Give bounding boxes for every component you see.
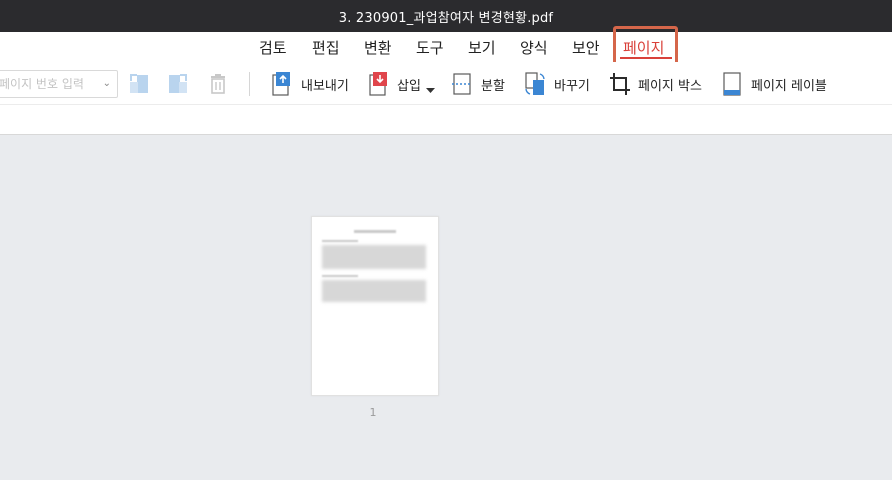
thumbnail-table xyxy=(322,280,426,302)
menu-item-review[interactable]: 검토 xyxy=(259,37,287,58)
page-box-label: 페이지 박스 xyxy=(638,79,702,94)
menu-item-security[interactable]: 보안 xyxy=(572,37,600,58)
page-workspace xyxy=(0,135,892,480)
split-icon[interactable] xyxy=(451,72,473,96)
chevron-down-icon[interactable]: ⌄ xyxy=(103,78,111,89)
menu-highlight-box xyxy=(613,26,678,66)
replace-label: 바꾸기 xyxy=(554,79,590,94)
menu-item-tools[interactable]: 도구 xyxy=(416,37,444,58)
insert-label: 삽입 xyxy=(397,79,421,94)
secondary-bar xyxy=(0,104,892,135)
menu-item-view[interactable]: 보기 xyxy=(468,37,496,58)
rotate-left-icon[interactable] xyxy=(128,72,150,96)
window-title: 3. 230901_과업참여자 변경현황.pdf xyxy=(338,10,554,26)
menu-bar: 검토 편집 변환 도구 보기 양식 보안 페이지 xyxy=(0,32,892,62)
page-number-combobox[interactable]: ⌄ xyxy=(0,70,118,98)
page-toolbar: ⌄ 내보내기 삽입 xyxy=(0,62,892,104)
thumbnail-table xyxy=(322,245,426,269)
split-label: 분할 xyxy=(481,79,505,94)
thumbnail-page-number: 1 xyxy=(369,406,377,419)
menu-item-convert[interactable]: 변환 xyxy=(364,37,392,58)
trash-icon[interactable] xyxy=(208,73,228,95)
page-thumbnail[interactable] xyxy=(311,216,439,396)
menu-item-form[interactable]: 양식 xyxy=(520,37,548,58)
page-number-input[interactable] xyxy=(0,71,95,97)
toolbar-separator xyxy=(249,72,250,96)
page-label-icon[interactable] xyxy=(722,71,742,97)
thumbnail-text-line xyxy=(322,240,358,242)
export-label: 내보내기 xyxy=(301,79,349,94)
thumbnail-heading xyxy=(354,230,396,233)
menu-item-edit[interactable]: 편집 xyxy=(312,37,340,58)
rotate-right-icon[interactable] xyxy=(167,72,189,96)
insert-icon[interactable] xyxy=(367,71,389,97)
crop-icon[interactable] xyxy=(609,72,631,96)
insert-dropdown-icon[interactable] xyxy=(426,88,435,94)
export-icon[interactable] xyxy=(270,71,292,97)
title-bar: 3. 230901_과업참여자 변경현황.pdf xyxy=(0,0,892,32)
page-label-label: 페이지 레이블 xyxy=(751,79,827,94)
thumbnail-text-line xyxy=(322,275,358,277)
replace-icon[interactable] xyxy=(524,71,546,97)
